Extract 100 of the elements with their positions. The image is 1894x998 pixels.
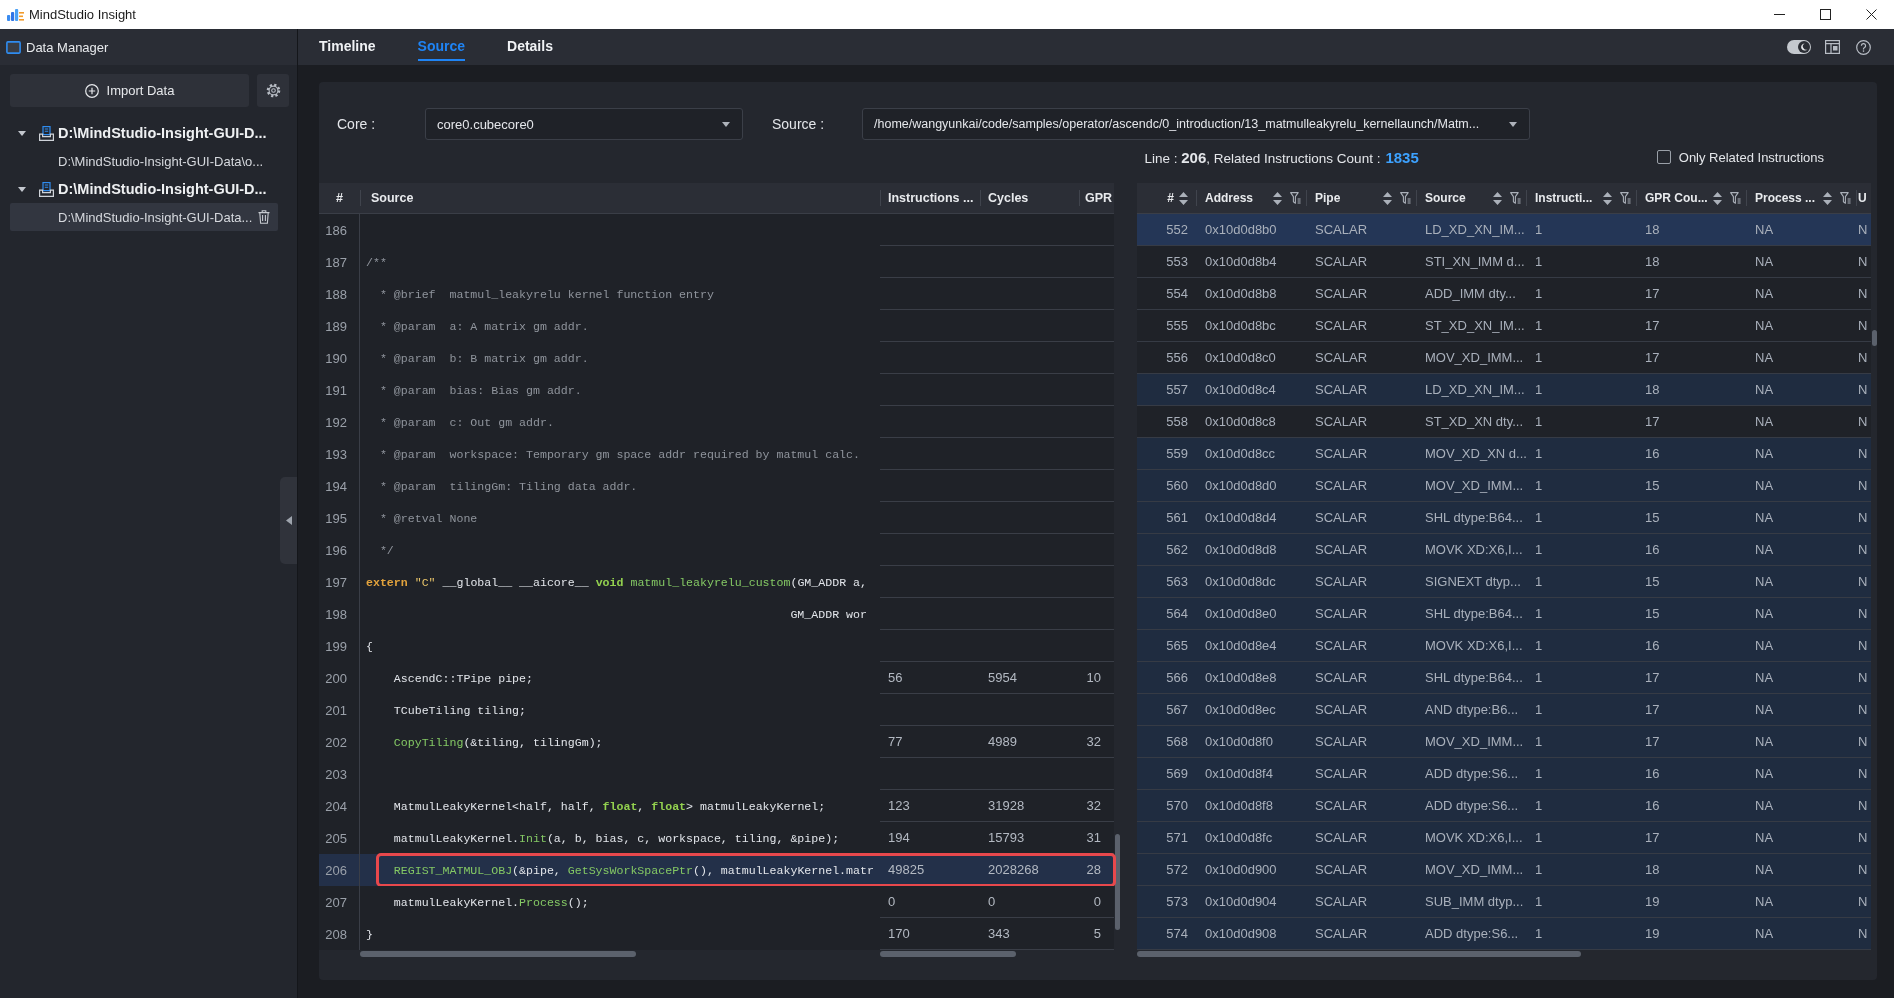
- table-row[interactable]: 561 0x10d0d8d4 SCALAR SHL dtype:B64... 1 15 NA N: [1137, 502, 1871, 534]
- sort-icon[interactable]: [1493, 191, 1502, 205]
- table-row[interactable]: 194 * @param tilingGm: Tiling data addr.: [319, 470, 1114, 502]
- tree-item[interactable]: D:\MindStudio-Insight-GUI-Data\o...: [10, 147, 278, 175]
- scrollbar[interactable]: [360, 951, 636, 957]
- table-row[interactable]: 204 MatmulLeakyKernel<half, half, float, float> matmulLeakyKernel; 123 31928 32: [319, 790, 1114, 822]
- table-row[interactable]: 563 0x10d0d8dc SCALAR SIGNEXT dtyp... 1 15 NA N: [1137, 566, 1871, 598]
- table-row[interactable]: 190 * @param b: B matrix gm addr.: [319, 342, 1114, 374]
- caret-down-icon[interactable]: [18, 130, 26, 136]
- table-row[interactable]: 574 0x10d0d908 SCALAR ADD dtype:S6... 1 19 NA N: [1137, 918, 1871, 950]
- caret-down-icon[interactable]: [18, 186, 26, 192]
- table-row[interactable]: 196 */: [319, 534, 1114, 566]
- table-row[interactable]: 202 CopyTiling(&tiling, tilingGm); 77 4989 32: [319, 726, 1114, 758]
- tree-item[interactable]: D:\MindStudio-Insight-GUI-D...: [10, 119, 278, 147]
- table-row[interactable]: 562 0x10d0d8d8 SCALAR MOVK XD:X6,I... 1 16 NA N: [1137, 534, 1871, 566]
- table-row[interactable]: 569 0x10d0d8f4 SCALAR ADD dtype:S6... 1 16 NA N: [1137, 758, 1871, 790]
- column-header[interactable]: #: [1137, 183, 1196, 213]
- column-header[interactable]: Pipe: [1306, 183, 1416, 213]
- table-row[interactable]: 206 REGIST_MATMUL_OBJ(&pipe, GetSysWorkSpacePtr(), matmulLeakyKernel.matr 49825 2028268 28: [319, 854, 1114, 886]
- tree-item[interactable]: D:\MindStudio-Insight-GUI-D...: [10, 175, 278, 203]
- table-row[interactable]: 557 0x10d0d8c4 SCALAR LD_XD_XN_IM... 1 18 NA N: [1137, 374, 1871, 406]
- table-cell-text: 555: [1165, 317, 1189, 335]
- table-row[interactable]: 555 0x10d0d8bc SCALAR ST_XD_XN_IM... 1 17 NA N: [1137, 310, 1871, 342]
- tree-item[interactable]: D:\MindStudio-Insight-GUI-Data...: [10, 203, 278, 231]
- column-header[interactable]: Process ...: [1746, 183, 1856, 213]
- window-icon[interactable]: [1825, 40, 1840, 54]
- table-row[interactable]: 571 0x10d0d8fc SCALAR MOVK XD:X6,I... 1 17 NA N: [1137, 822, 1871, 854]
- table-row[interactable]: 568 0x10d0d8f0 SCALAR MOV_XD_IMM... 1 17 NA N: [1137, 726, 1871, 758]
- table-row[interactable]: 560 0x10d0d8d0 SCALAR MOV_XD_IMM... 1 15 NA N: [1137, 470, 1871, 502]
- table-row[interactable]: 205 matmulLeakyKernel.Init(a, b, bias, c, workspace, tiling, &pipe); 194 15793 31: [319, 822, 1114, 854]
- filter-icon[interactable]: [1510, 192, 1521, 204]
- scrollbar[interactable]: [1137, 951, 1581, 957]
- table-row[interactable]: 187 /**: [319, 246, 1114, 278]
- scrollbar[interactable]: [1872, 330, 1877, 346]
- table-row[interactable]: 193 * @param workspace: Temporary gm space addr required by matmul calc.: [319, 438, 1114, 470]
- table-row[interactable]: 208 } 170 343 5: [319, 918, 1114, 950]
- source-select[interactable]: /home/wangyunkai/code/samples/operator/ascendc/0_introduction/13_matmulleakyrelu_kernellaunch/Matm...: [862, 108, 1530, 140]
- table-row[interactable]: 553 0x10d0d8b4 SCALAR STI_XN_IMM d... 1 18 NA N: [1137, 246, 1871, 278]
- trash-icon[interactable]: [258, 210, 270, 224]
- table-row[interactable]: 191 * @param bias: Bias gm addr.: [319, 374, 1114, 406]
- table-row[interactable]: 195 * @retval None: [319, 502, 1114, 534]
- code-line: * @retval None: [379, 511, 478, 525]
- sort-icon[interactable]: [1179, 191, 1188, 205]
- filter-icon[interactable]: [1730, 192, 1741, 204]
- table-cell-text: SCALAR: [1314, 445, 1369, 463]
- settings-button[interactable]: [257, 74, 289, 107]
- table-row[interactable]: 188 * @brief matmul_leakyrelu kernel function entry: [319, 278, 1114, 310]
- filter-icon[interactable]: [1400, 192, 1411, 204]
- sort-icon[interactable]: [1273, 191, 1282, 205]
- filter-icon[interactable]: [1620, 192, 1631, 204]
- scrollbar[interactable]: [1115, 834, 1120, 930]
- table-cell-text: 0x10d0d8b8: [1204, 285, 1278, 303]
- table-row[interactable]: 189 * @param a: A matrix gm addr.: [319, 310, 1114, 342]
- sort-icon[interactable]: [1603, 191, 1612, 205]
- table-row[interactable]: 201 TCubeTiling tiling;: [319, 694, 1114, 726]
- tab[interactable]: Source: [417, 29, 465, 61]
- sort-icon[interactable]: [1713, 191, 1722, 205]
- table-row[interactable]: 573 0x10d0d904 SCALAR SUB_IMM dtyp... 1 19 NA N: [1137, 886, 1871, 918]
- table-row[interactable]: 558 0x10d0d8c8 SCALAR ST_XD_XN dty... 1 17 NA N: [1137, 406, 1871, 438]
- sort-icon[interactable]: [1383, 191, 1392, 205]
- core-select[interactable]: core0.cubecore0: [425, 108, 743, 140]
- help-icon[interactable]: [1856, 39, 1871, 55]
- table-row[interactable]: 186: [319, 214, 1114, 246]
- table-row[interactable]: 199 {: [319, 630, 1114, 662]
- collapse-handle[interactable]: [280, 477, 297, 564]
- column-header[interactable]: GPR Cou...: [1636, 183, 1746, 213]
- filter-icon[interactable]: [1840, 192, 1851, 204]
- table-row[interactable]: 554 0x10d0d8b8 SCALAR ADD_IMM dty... 1 17 NA N: [1137, 278, 1871, 310]
- line-number: 208: [319, 918, 360, 950]
- scrollbar[interactable]: [880, 951, 1016, 957]
- table-row[interactable]: 200 AscendC::TPipe pipe; 56 5954 10: [319, 662, 1114, 694]
- checkbox[interactable]: [1656, 150, 1671, 164]
- tab[interactable]: Details: [507, 29, 553, 61]
- import-button[interactable]: Import Data: [10, 74, 249, 107]
- theme-switch[interactable]: [1787, 40, 1811, 54]
- table-row[interactable]: 198 GM_ADDR wor: [319, 598, 1114, 630]
- table-row[interactable]: 192 * @param c: Out gm addr.: [319, 406, 1114, 438]
- table-row[interactable]: 566 0x10d0d8e8 SCALAR SHL dtype:B64... 1 17 NA N: [1137, 662, 1871, 694]
- table-cell-text: LD_XD_XN_IM...: [1424, 221, 1526, 239]
- table-cell-text: 15: [1644, 573, 1661, 591]
- column-header[interactable]: Source: [1416, 183, 1526, 213]
- table-row[interactable]: 556 0x10d0d8c0 SCALAR MOV_XD_IMM... 1 17 NA N: [1137, 342, 1871, 374]
- table-row[interactable]: 564 0x10d0d8e0 SCALAR SHL dtype:B64... 1 15 NA N: [1137, 598, 1871, 630]
- table-row[interactable]: 207 matmulLeakyKernel.Process(); 0 0 0: [319, 886, 1114, 918]
- table-cell-text: NA: [1754, 893, 1775, 911]
- table-row[interactable]: 203: [319, 758, 1114, 790]
- table-row[interactable]: 572 0x10d0d900 SCALAR MOV_XD_IMM... 1 18 NA N: [1137, 854, 1871, 886]
- sort-icon[interactable]: [1823, 191, 1832, 205]
- table-row[interactable]: 552 0x10d0d8b0 SCALAR LD_XD_XN_IM... 1 18 NA N: [1137, 214, 1871, 246]
- table-cell-text: MOV_XD_IMM...: [1424, 477, 1525, 495]
- tab[interactable]: Timeline: [319, 29, 376, 61]
- table-row[interactable]: 570 0x10d0d8f8 SCALAR ADD dtype:S6... 1 16 NA N: [1137, 790, 1871, 822]
- table-row[interactable]: 565 0x10d0d8e4 SCALAR MOVK XD:X6,I... 1 16 NA N: [1137, 630, 1871, 662]
- filter-icon[interactable]: [1290, 192, 1301, 204]
- table-row[interactable]: 559 0x10d0d8cc SCALAR MOV_XD_XN d... 1 16 NA N: [1137, 438, 1871, 470]
- column-header[interactable]: Address: [1196, 183, 1306, 213]
- table-row[interactable]: 567 0x10d0d8ec SCALAR AND dtype:B6... 1 17 NA N: [1137, 694, 1871, 726]
- column-header[interactable]: Instructi...: [1526, 183, 1636, 213]
- table-row[interactable]: 197 extern "C" __global__ __aicore__ void matmul_leakyrelu_custom(GM_ADDR a,: [319, 566, 1114, 598]
- table-cell-text: 1: [1534, 509, 1544, 527]
